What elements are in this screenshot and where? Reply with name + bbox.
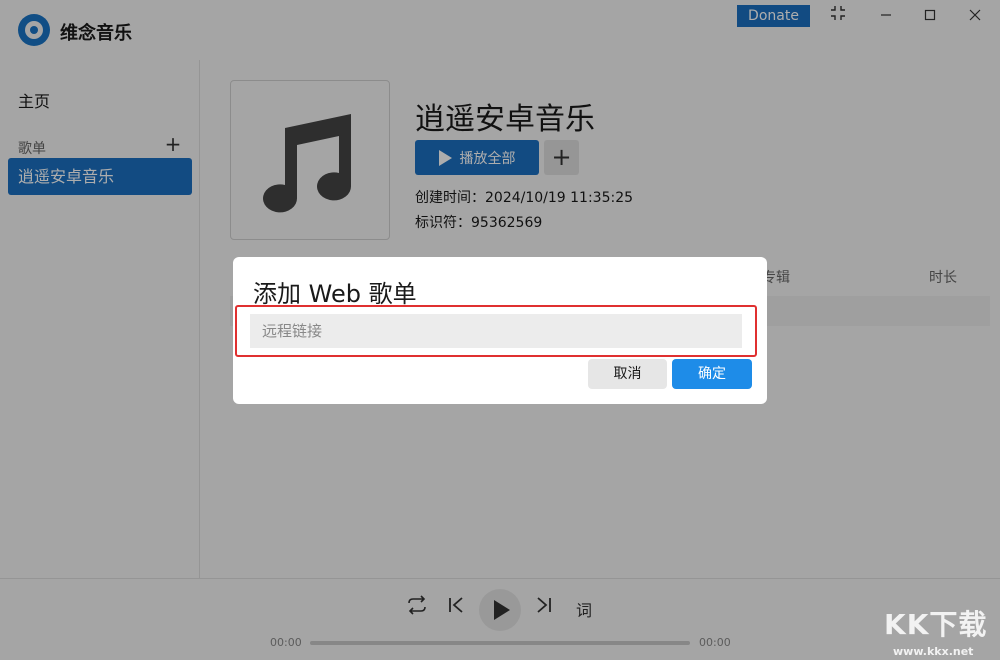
watermark-url: www.kkx.net: [893, 645, 974, 658]
ok-button[interactable]: 确定: [672, 359, 752, 389]
input-highlight-box: [235, 305, 757, 357]
add-web-playlist-dialog: 添加 Web 歌单 取消 确定: [233, 257, 767, 404]
remote-link-input[interactable]: [250, 314, 742, 348]
watermark-logo: KK下载: [884, 608, 988, 641]
dialog-title: 添加 Web 歌单: [253, 280, 417, 308]
cancel-button[interactable]: 取消: [588, 359, 667, 389]
